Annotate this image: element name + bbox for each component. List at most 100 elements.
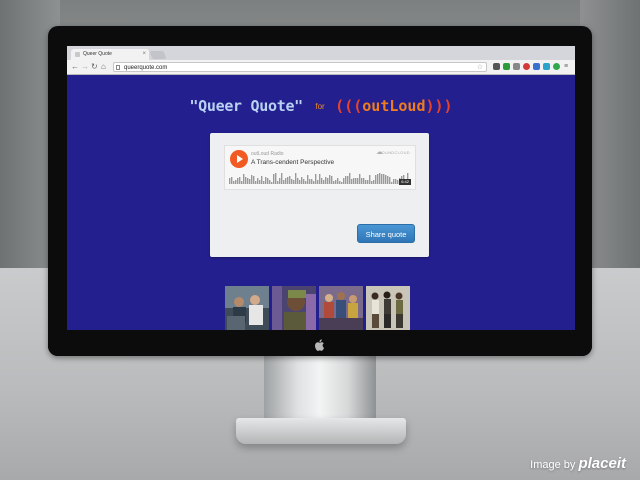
waveform-bar [269, 180, 271, 184]
waveform-bar [309, 179, 311, 184]
waveform-bar [317, 180, 319, 184]
waveform-bar [295, 173, 297, 184]
waveform-bar [231, 177, 233, 184]
waveform-bar [243, 174, 245, 184]
waveform-bar [329, 175, 331, 184]
waveform-bar [349, 173, 351, 184]
page-icon [116, 65, 120, 70]
waveform-bar [315, 174, 317, 184]
waveform-bar [397, 180, 399, 184]
monitor-stand-base [236, 418, 406, 444]
monitor-stand-neck [264, 356, 376, 426]
waveform-bar [305, 181, 307, 184]
extension-icon-6[interactable] [543, 63, 550, 70]
waveform-bar [277, 181, 279, 184]
waveform-bar [345, 176, 347, 184]
waveform-bar [377, 174, 379, 184]
extension-icon-5[interactable] [533, 63, 540, 70]
waveform-bar [375, 175, 377, 184]
waveform-bar [273, 174, 275, 184]
track-user[interactable]: outLoud Radio [251, 151, 284, 157]
brand-name: outLoud [362, 97, 426, 115]
play-icon[interactable] [230, 150, 248, 168]
share-quote-button[interactable]: Share quote [357, 224, 415, 243]
reload-icon[interactable]: ↻ [91, 61, 98, 73]
thumbnail-4[interactable] [366, 286, 410, 330]
forward-arrow-icon[interactable]: → [81, 61, 89, 73]
waveform-bar [245, 177, 247, 184]
waveform-bar [381, 174, 383, 184]
thumbnail-2[interactable] [272, 286, 316, 330]
waveform-bar [259, 180, 261, 184]
waveform-bar [321, 178, 323, 184]
track-title[interactable]: A Trans-cendent Perspective [251, 159, 334, 166]
waveform-bar [331, 176, 333, 184]
waveform-bar [393, 179, 395, 184]
new-tab-button[interactable] [149, 51, 167, 59]
waveform-bar [281, 173, 283, 184]
waveform-bar [253, 176, 255, 184]
browser-tab[interactable]: Queer Quote × [71, 49, 149, 60]
waveform-bar [279, 178, 281, 184]
waveform-bar [287, 177, 289, 184]
waveform-bar [361, 178, 363, 184]
waveform-bar [267, 178, 269, 184]
sound-waves-left-icon: ((( [335, 97, 363, 115]
extension-icon-2[interactable] [503, 63, 510, 70]
sound-waves-right-icon: ))) [425, 97, 453, 115]
thumbnail-1[interactable] [225, 286, 269, 330]
waveform-bar [251, 175, 253, 184]
waveform-bar [333, 181, 335, 184]
watermark-brand: placeit [578, 455, 626, 472]
monitor-chin [48, 332, 592, 356]
waveform-bar [341, 182, 343, 184]
waveform-bar [389, 177, 391, 184]
waveform-bar [289, 176, 291, 184]
waveform-bar [337, 178, 339, 184]
waveform-bar [265, 177, 267, 184]
apple-logo-icon [315, 339, 325, 351]
browser-tab-strip: Queer Quote × [67, 46, 575, 60]
waveform-bar [385, 175, 387, 184]
waveform-bar [327, 178, 329, 184]
waveform-bar [299, 180, 301, 184]
waveform-bar [347, 176, 349, 184]
waveform-bar [303, 179, 305, 184]
waveform-bar [365, 180, 367, 184]
soundcloud-logo[interactable]: SOUNDCLOUD [379, 150, 410, 155]
extension-icon-3[interactable] [513, 63, 520, 70]
waveform-bar [355, 178, 357, 184]
waveform-bar [257, 178, 259, 184]
waveform-bar [357, 178, 359, 184]
waveform-bar [363, 178, 365, 184]
address-bar[interactable]: queerquote.com ☆ [113, 62, 487, 72]
waveform-bar [301, 177, 303, 184]
waveform-bar [255, 181, 257, 184]
extension-icon-7[interactable] [553, 63, 560, 70]
waveform-bar [285, 178, 287, 184]
waveform-bar [379, 173, 381, 184]
waveform-bar [319, 174, 321, 184]
extension-icon-4[interactable] [523, 63, 530, 70]
waveform-bar [391, 182, 393, 184]
waveform-bar [307, 175, 309, 184]
waveform-bar [369, 175, 371, 184]
waveform-bar [275, 173, 277, 184]
waveform-bar [261, 176, 263, 184]
address-bar-url: queerquote.com [124, 65, 168, 71]
star-icon[interactable]: ☆ [477, 63, 483, 73]
waveform-bar [335, 180, 337, 184]
waveform-bar [283, 180, 285, 184]
extension-icon-1[interactable] [493, 63, 500, 70]
thumbnail-3[interactable] [319, 286, 363, 330]
site-header: "Queer Quote" for (((outLoud))) [67, 97, 575, 116]
close-icon[interactable]: × [142, 49, 146, 60]
site-title: "Queer Quote" [189, 97, 303, 115]
waveform-bar [233, 181, 235, 184]
watermark-prefix: Image by [530, 459, 576, 471]
back-arrow-icon[interactable]: ← [71, 61, 79, 73]
home-icon[interactable]: ⌂ [101, 61, 106, 73]
waveform[interactable] [229, 173, 411, 186]
menu-icon[interactable]: ≡ [564, 61, 568, 73]
waveform-bar [343, 178, 345, 184]
